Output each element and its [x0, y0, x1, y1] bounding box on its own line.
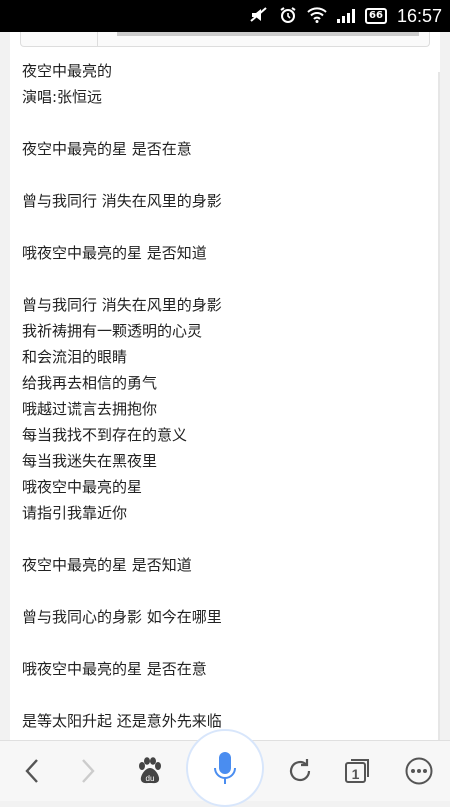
lyric-line: 夜空中最亮的星 是否在意	[22, 140, 192, 158]
lyric-line: 曾与我同行 消失在风里的身影	[22, 192, 222, 210]
scrollbar[interactable]	[438, 72, 440, 740]
back-icon	[25, 759, 38, 783]
forward-icon	[82, 759, 95, 783]
more-button[interactable]	[396, 741, 442, 801]
lyric-line: 哦夜空中最亮的星	[22, 478, 143, 496]
search-box-partial[interactable]	[20, 32, 430, 47]
signal-icon	[337, 9, 356, 23]
microphone-icon	[214, 752, 236, 784]
refresh-icon	[289, 759, 311, 782]
wifi-icon	[307, 6, 327, 26]
lyric-line: 我祈祷拥有一颗透明的心灵	[22, 322, 203, 340]
tab-count: 1	[351, 766, 360, 782]
clock: 16:57	[396, 5, 442, 26]
svg-text:du: du	[146, 774, 155, 783]
lyric-line: 夜空中最亮的星 是否知道	[22, 556, 192, 574]
singer-line: 演唱:张恒远	[22, 88, 103, 106]
search-box-input[interactable]	[117, 32, 419, 36]
lyric-line: 哦越过谎言去拥抱你	[22, 400, 158, 418]
lyric-line: 曾与我同行 消失在风里的身影	[22, 296, 222, 314]
lyric-line: 哦夜空中最亮的星 是否知道	[22, 244, 207, 262]
lyrics-text: 夜空中最亮的 演唱:张恒远 夜空中最亮的星 是否在意曾与我同行 消失在风里的身影…	[22, 58, 422, 734]
baidu-paw-icon: du	[139, 757, 161, 784]
lyric-line: 和会流泪的眼睛	[22, 348, 128, 366]
search-box-divider	[97, 32, 98, 46]
lyric-line: 给我再去相信的勇气	[22, 374, 158, 392]
lyric-line: 曾与我同心的身影 如今在哪里	[22, 608, 222, 626]
status-icons: 66 16:57	[249, 0, 442, 32]
status-bar: 66 16:57	[0, 0, 450, 32]
song-title: 夜空中最亮的	[22, 62, 113, 80]
forward-button[interactable]	[66, 741, 110, 801]
alarm-icon	[279, 6, 297, 27]
refresh-button[interactable]	[278, 741, 322, 801]
page-content: 夜空中最亮的 演唱:张恒远 夜空中最亮的星 是否在意曾与我同行 消失在风里的身影…	[10, 32, 440, 740]
voice-search-button[interactable]	[186, 729, 264, 807]
more-icon	[405, 757, 433, 785]
lyric-line: 每当我迷失在黑夜里	[22, 452, 158, 470]
back-button[interactable]	[10, 741, 54, 801]
baidu-home-button[interactable]: du	[126, 741, 174, 801]
tabs-button[interactable]: 1	[336, 741, 380, 801]
lyric-line: 每当我找不到存在的意义	[22, 426, 188, 444]
battery-indicator: 66	[365, 8, 387, 24]
tabs-icon: 1	[344, 758, 372, 784]
mute-icon	[249, 6, 269, 26]
bottom-toolbar: du 1	[0, 729, 450, 807]
lyric-line: 哦夜空中最亮的星 是否在意	[22, 660, 207, 678]
lyric-line: 请指引我靠近你	[22, 504, 128, 522]
